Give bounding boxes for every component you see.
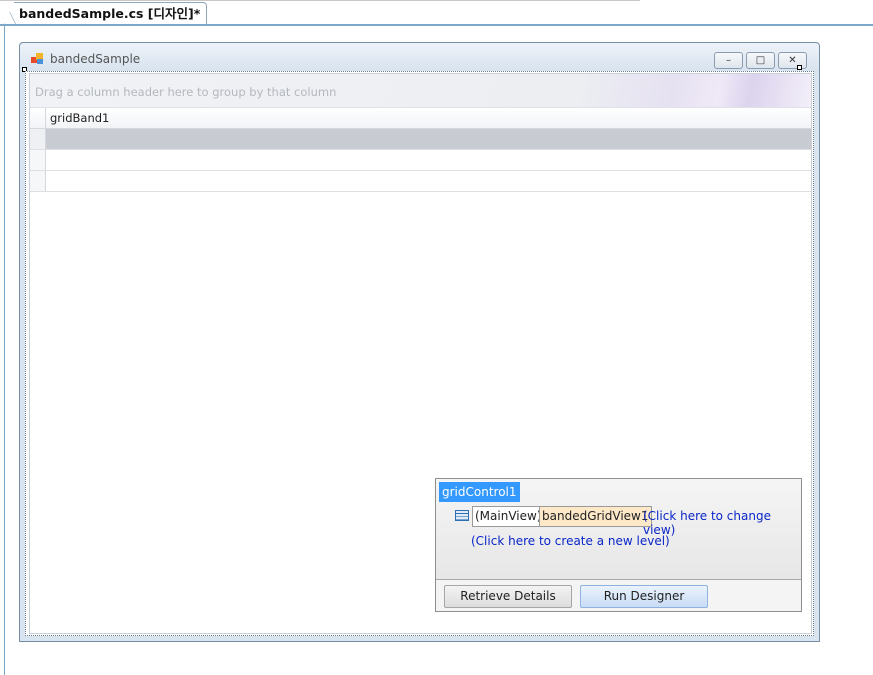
retrieve-details-button[interactable]: Retrieve Details xyxy=(444,585,572,608)
selection-handle-top-right[interactable] xyxy=(797,65,802,70)
group-panel-hint: Drag a column header here to group by th… xyxy=(35,85,337,99)
grid-view-icon xyxy=(455,510,469,521)
document-tab-strip: bandedSample.cs [디자인]* xyxy=(0,0,873,26)
form-title-bar[interactable]: bandedSample – □ ✕ xyxy=(20,43,819,71)
tab-strip-top-line xyxy=(0,0,640,1)
form-title: bandedSample xyxy=(50,52,141,66)
view-name-button[interactable]: bandedGridView1 xyxy=(539,506,652,527)
row-indicator[interactable] xyxy=(30,171,46,191)
grid-row[interactable] xyxy=(30,129,811,150)
maximize-button[interactable]: □ xyxy=(746,52,775,69)
row-indicator[interactable] xyxy=(30,150,46,170)
close-button[interactable]: ✕ xyxy=(778,52,807,69)
create-level-link[interactable]: (Click here to create a new level) xyxy=(471,534,670,548)
row-indicator[interactable] xyxy=(30,129,46,149)
level-title-gridcontrol1[interactable]: gridControl1 xyxy=(439,482,520,502)
band-header-label: gridBand1 xyxy=(50,111,110,125)
tab-bandedsample-design[interactable]: bandedSample.cs [디자인]* xyxy=(4,2,208,25)
main-view-label: (MainView) xyxy=(472,506,545,527)
form-app-icon xyxy=(31,53,44,65)
group-by-panel[interactable]: Drag a column header here to group by th… xyxy=(30,74,811,108)
band-header-indicator xyxy=(30,108,46,128)
band-header[interactable]: gridBand1 xyxy=(30,108,811,129)
change-view-link[interactable]: (Click here to change view) xyxy=(643,509,801,537)
grid-smart-tag-panel: gridControl1 (MainView) bandedGridView1 … xyxy=(435,478,802,612)
smart-tag-footer: Retrieve Details Run Designer xyxy=(436,580,801,611)
designer-window: bandedSample.cs [디자인]* bandedSample – □ … xyxy=(0,0,873,675)
minimize-button[interactable]: – xyxy=(714,52,743,69)
run-designer-button[interactable]: Run Designer xyxy=(580,585,708,608)
grid-row[interactable] xyxy=(30,171,811,192)
grid-row[interactable] xyxy=(30,150,811,171)
